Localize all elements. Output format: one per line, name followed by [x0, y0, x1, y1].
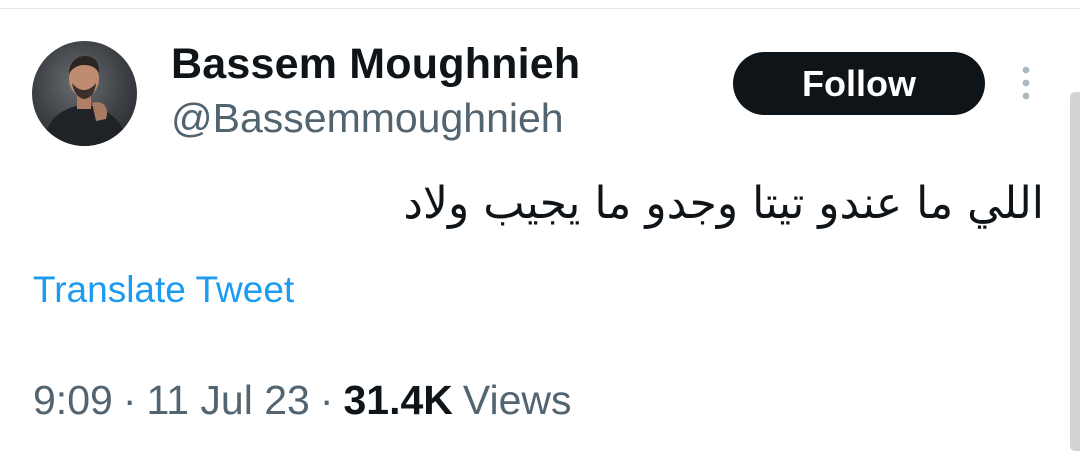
author-avatar[interactable]: [32, 41, 137, 146]
meta-separator: ·: [319, 377, 334, 423]
tweet-date[interactable]: 11 Jul 23: [146, 377, 309, 424]
tweet-text: اللي ما عندو تيتا وجدو ما يجيب ولاد: [403, 178, 1044, 229]
views-label: Views: [462, 377, 572, 423]
meta-separator: ·: [122, 377, 137, 423]
tweet-time[interactable]: 9:09: [33, 377, 113, 424]
top-divider: [0, 8, 1080, 9]
more-options-icon[interactable]: [1014, 64, 1038, 104]
scrollbar[interactable]: [1070, 92, 1080, 451]
tweet-card: Bassem Moughnieh @Bassemmoughnieh Follow…: [0, 0, 1080, 451]
follow-button[interactable]: Follow: [733, 52, 985, 115]
avatar-photo-icon: [42, 56, 128, 146]
author-display-name[interactable]: Bassem Moughnieh: [171, 40, 580, 89]
tweet-meta: 9:09 · 11 Jul 23 · 31.4K Views: [33, 377, 572, 424]
translate-tweet-link[interactable]: Translate Tweet: [33, 269, 294, 311]
author-handle[interactable]: @Bassemmoughnieh: [171, 95, 564, 142]
views-count[interactable]: 31.4K: [343, 377, 452, 424]
